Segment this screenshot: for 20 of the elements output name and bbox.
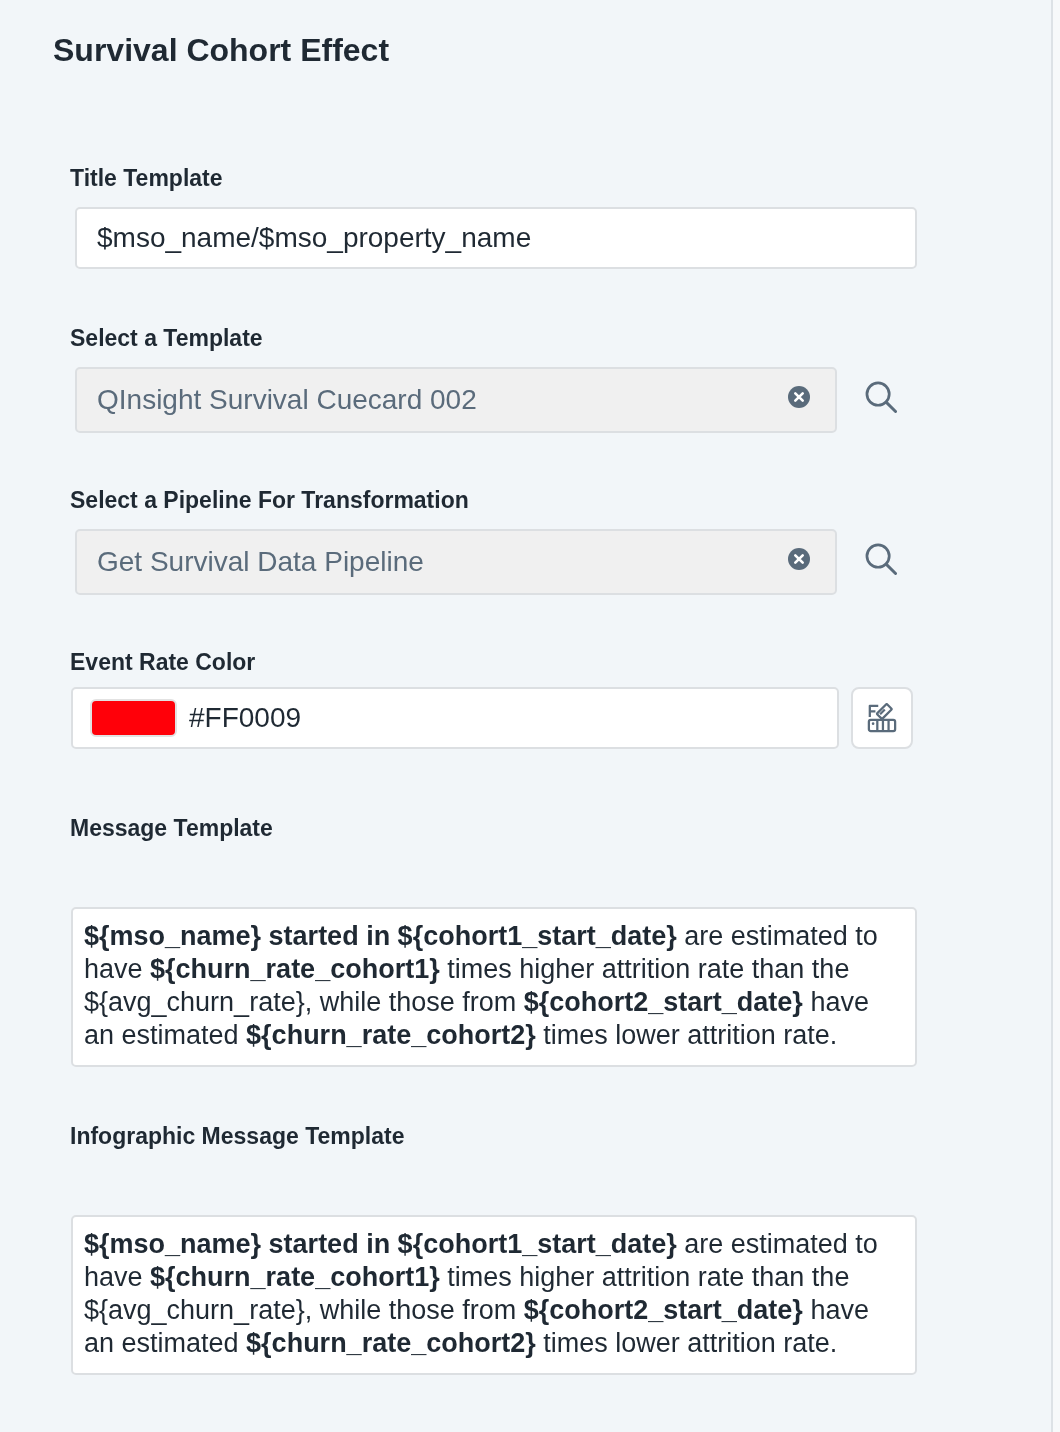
field-label: Event Rate Color [70, 648, 256, 676]
text-input[interactable]: $mso_name/$mso_property_name [75, 207, 917, 269]
clear-icon[interactable] [788, 386, 810, 408]
search-icon[interactable] [865, 381, 897, 413]
palette-button[interactable] [851, 687, 913, 749]
lookup-field[interactable]: QInsight Survival Cuecard 002 [75, 367, 837, 433]
field-label: Message Template [70, 814, 273, 842]
panel-title: Survival Cohort Effect [53, 31, 390, 70]
field-label: Infographic Message Template [70, 1122, 405, 1150]
message-textarea[interactable]: ${mso_name} started in ${cohort1_start_date} are estimated to have ${churn_rate_cohort1} times higher attrition rate than the ${avg_churn_rate}, while those from ${cohort2_start_date} have an estimated ${churn_rate_cohort2} times lower attrition rate. [71, 907, 917, 1067]
palette-icon [867, 703, 897, 733]
color-input[interactable]: #FF0009 [71, 687, 839, 749]
search-icon[interactable] [865, 543, 897, 575]
field-label: Select a Pipeline For Transformation [70, 486, 469, 514]
field-label: Title Template [70, 164, 223, 192]
clear-icon[interactable] [788, 548, 810, 570]
field-label: Select a Template [70, 324, 263, 352]
color-swatch-icon [90, 699, 177, 737]
message-textarea[interactable]: ${mso_name} started in ${cohort1_start_date} are estimated to have ${churn_rate_cohort1} times higher attrition rate than the ${avg_churn_rate}, while those from ${cohort2_start_date} have an estimated ${churn_rate_cohort2} times lower attrition rate. [71, 1215, 917, 1375]
lookup-field[interactable]: Get Survival Data Pipeline [75, 529, 837, 595]
